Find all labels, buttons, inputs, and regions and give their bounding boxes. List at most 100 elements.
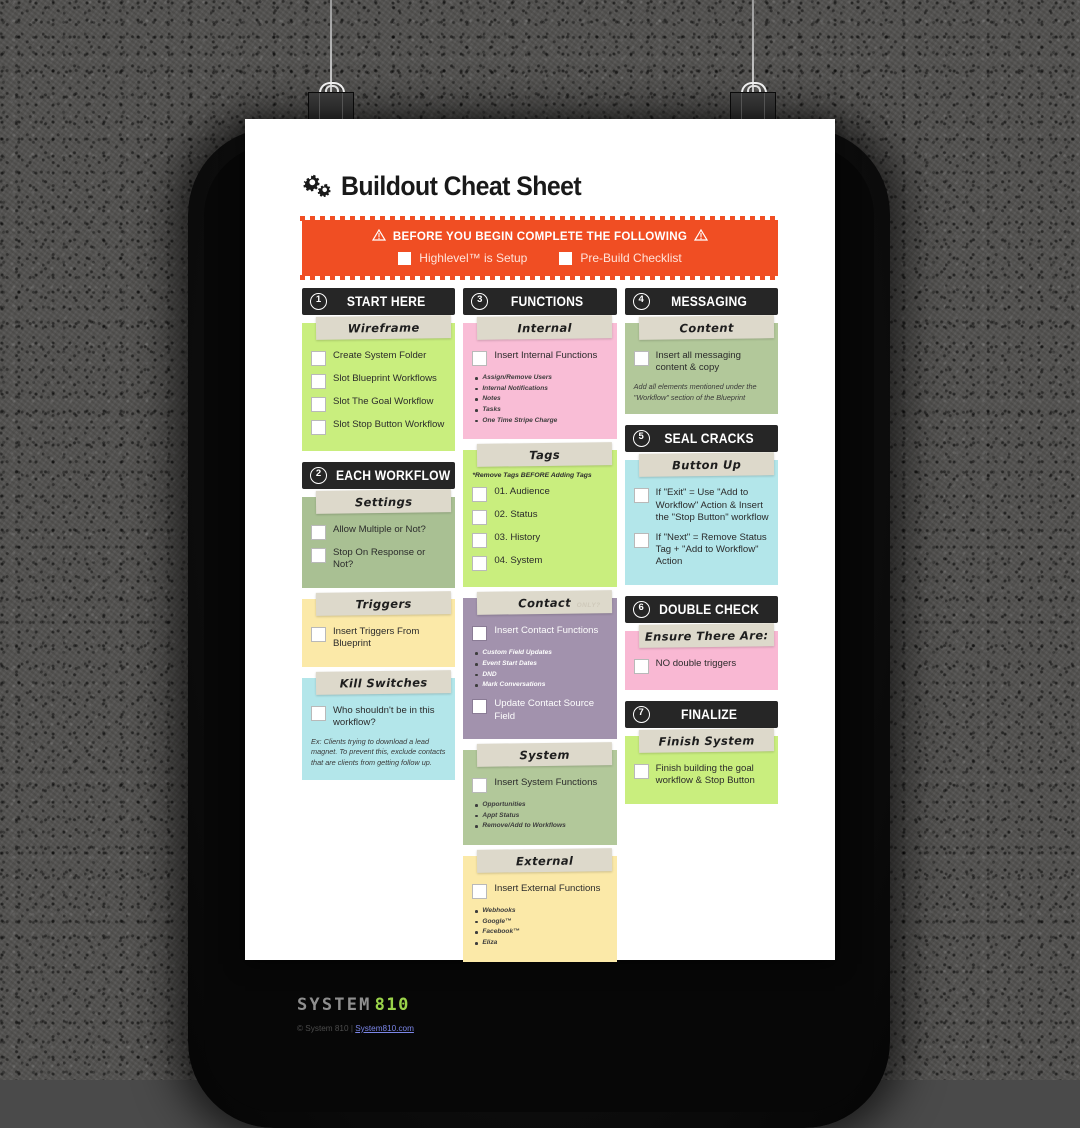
bullet-item: Assign/Remove Users	[475, 373, 607, 384]
system810-logo: SYSTEM 810	[297, 995, 787, 1015]
tape-label: Settings	[354, 494, 413, 509]
checkbox-icon[interactable]	[633, 532, 649, 548]
checklist-item[interactable]: Allow Multiple or Not?	[311, 524, 446, 540]
checkbox-icon[interactable]	[559, 251, 573, 265]
tape-header: External	[477, 848, 613, 873]
banner-option-label: Pre-Build Checklist	[580, 251, 682, 265]
checklist-item[interactable]: 03. History	[472, 532, 607, 549]
step-header-each-workflow: 2 EACH WORKFLOW	[302, 462, 456, 489]
checklist-item-label: 04. System	[494, 555, 543, 567]
checkbox-icon[interactable]	[472, 626, 488, 642]
step-label: SEAL CRACKS	[663, 431, 754, 447]
logo-number: 810	[374, 994, 410, 1015]
block-note: Ex: Clients trying to download a lead ma…	[311, 736, 446, 767]
tape-label: Contact	[518, 595, 572, 611]
checkbox-icon[interactable]	[398, 251, 412, 265]
note-block-wireframe: Wireframe Create System Folder Slot Bluepr…	[302, 315, 456, 451]
bullet-item: Custom Field Updates	[475, 648, 607, 659]
checklist-item[interactable]: Insert Contact Functions	[472, 625, 607, 642]
checkbox-icon[interactable]	[311, 374, 326, 389]
checklist-item[interactable]: If "Exit" = Use "Add to Workflow" Action…	[633, 487, 769, 524]
tape-header: Wireframe	[315, 315, 452, 340]
bullet-item: Google™	[475, 917, 607, 928]
bullet-item: Tasks	[475, 405, 607, 416]
tape-header: Ensure There Are:	[638, 623, 775, 648]
checklist-item-label: Stop On Response or Not?	[333, 547, 426, 571]
step-header-finalize: 7 FINALIZE	[624, 700, 778, 728]
checkbox-icon[interactable]	[472, 556, 488, 572]
checkbox-icon[interactable]	[311, 397, 326, 412]
checkbox-icon[interactable]	[311, 351, 326, 366]
checklist-item[interactable]: Insert Triggers From Blueprint	[311, 626, 446, 651]
tape-label: Triggers	[355, 596, 412, 611]
checkbox-icon[interactable]	[633, 488, 649, 504]
checklist-item[interactable]: If "Next" = Remove Status Tag + "Add to …	[633, 531, 769, 569]
step-label: FUNCTIONS	[511, 294, 584, 309]
banner-options: Highlevel™ is Setup Pre-Build Checklist	[310, 251, 770, 265]
checkbox-icon[interactable]	[311, 626, 326, 642]
checklist-item[interactable]: Finish building the goal workflow & Stop…	[633, 763, 769, 788]
checkbox-icon[interactable]	[311, 548, 326, 563]
tape-label: Internal	[517, 320, 573, 335]
banner-option-highlevel[interactable]: Highlevel™ is Setup	[398, 251, 527, 265]
tape-label: Button Up	[671, 457, 742, 473]
column-right: 4 MESSAGING Content Insert all messaging co…	[624, 288, 778, 973]
bullet-item: Internal Notifications	[475, 384, 607, 395]
checkbox-icon[interactable]	[633, 763, 649, 779]
checklist-columns: 1 START HERE Wireframe Create System Folder…	[293, 288, 787, 973]
checklist-item[interactable]: Insert System Functions	[472, 777, 607, 793]
bullet-item: Webhooks	[475, 906, 607, 917]
checkbox-icon[interactable]	[472, 699, 488, 715]
checklist-item-label: If "Exit" = Use "Add to Workflow" Action…	[655, 487, 769, 524]
page-title: Buildout Cheat Sheet	[341, 171, 582, 201]
step-label: START HERE	[346, 294, 426, 309]
note-block-system: System Insert System Functions Opportuniti…	[463, 742, 617, 845]
checklist-item[interactable]: Update Contact Source Field	[472, 698, 607, 723]
bullet-list: Opportunities Appt Status Remove/Add to Wo…	[472, 800, 607, 832]
logo-word: SYSTEM	[297, 994, 372, 1015]
checkbox-icon[interactable]	[472, 487, 488, 503]
checkbox-icon[interactable]	[311, 525, 326, 540]
checklist-item[interactable]: 01. Audience	[472, 486, 607, 503]
checklist-item-label: NO double triggers	[655, 657, 737, 669]
website-link[interactable]: System810.com	[355, 1024, 414, 1033]
tape-ghost-text: ONLY?	[576, 602, 601, 610]
banner-option-prebuild[interactable]: Pre-Build Checklist	[559, 251, 682, 265]
checkbox-icon[interactable]	[472, 533, 488, 549]
checklist-item[interactable]: 02. Status	[472, 509, 607, 526]
checkbox-icon[interactable]	[311, 705, 326, 721]
banner-heading-text: BEFORE YOU BEGIN COMPLETE THE FOLLOWING	[392, 230, 688, 243]
column-left: 1 START HERE Wireframe Create System Folder…	[302, 288, 456, 973]
checklist-item[interactable]: Stop On Response or Not?	[311, 547, 446, 572]
checklist-item-label: If "Next" = Remove Status Tag + "Add to …	[655, 531, 767, 568]
checklist-item[interactable]: Insert External Functions	[472, 883, 607, 899]
step-number-badge: 7	[632, 705, 650, 723]
checklist-item[interactable]: Slot Stop Button Workflow	[311, 419, 446, 435]
checkbox-icon[interactable]	[472, 510, 488, 526]
tape-label: Wireframe	[347, 320, 420, 335]
checklist-item[interactable]: Slot Blueprint Workflows	[311, 373, 446, 389]
checkbox-icon[interactable]	[472, 884, 488, 899]
warning-triangle-icon-left	[371, 228, 386, 244]
checklist-item[interactable]: Create System Folder	[311, 350, 446, 366]
checkbox-icon[interactable]	[633, 658, 649, 674]
checklist-item[interactable]: NO double triggers	[633, 657, 769, 674]
before-you-begin-banner: BEFORE YOU BEGIN COMPLETE THE FOLLOWING …	[300, 216, 780, 280]
checklist-item[interactable]: Insert all messaging content & copy	[633, 350, 769, 375]
checklist-item[interactable]: 04. System	[472, 555, 607, 572]
checklist-item-label: Insert External Functions	[494, 883, 601, 894]
bullet-list: Assign/Remove Users Internal Notification…	[472, 373, 607, 426]
checklist-item-label: Create System Folder	[333, 350, 427, 361]
checkbox-icon[interactable]	[311, 420, 326, 435]
checklist-item[interactable]: Insert Internal Functions	[472, 350, 607, 366]
checklist-item[interactable]: Who shouldn't be in this workflow?	[311, 705, 446, 730]
banner-heading-row: BEFORE YOU BEGIN COMPLETE THE FOLLOWING	[310, 228, 770, 244]
tape-header: Tags	[477, 442, 613, 468]
bullet-item: Facebook™	[475, 927, 607, 938]
gears-icon	[302, 174, 332, 200]
checkbox-icon[interactable]	[472, 351, 488, 366]
checklist-item[interactable]: Slot The Goal Workflow	[311, 396, 446, 412]
tape-label: Tags	[529, 447, 561, 463]
checkbox-icon[interactable]	[633, 351, 649, 366]
checkbox-icon[interactable]	[472, 777, 488, 793]
